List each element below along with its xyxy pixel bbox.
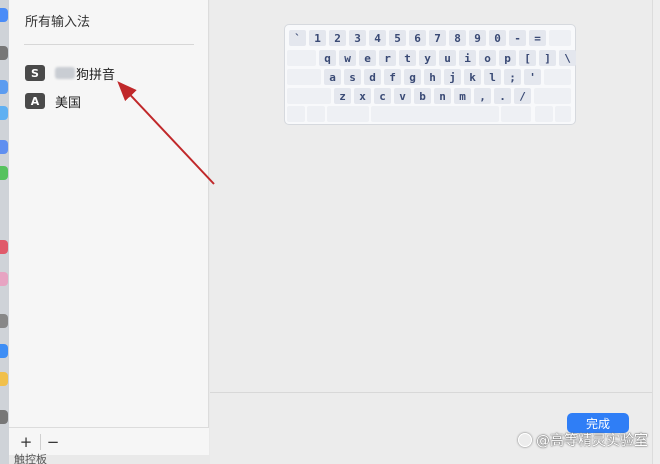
sidebar-divider bbox=[24, 44, 194, 45]
keyboard-key: 8 bbox=[449, 30, 466, 46]
keyboard-key: = bbox=[529, 30, 546, 46]
keyboard-blank-key bbox=[501, 106, 531, 122]
keyboard-key: ; bbox=[504, 69, 521, 85]
background-label: 触控板 bbox=[14, 453, 47, 464]
abc-icon: A bbox=[25, 93, 45, 109]
keyboard-key: b bbox=[414, 88, 431, 104]
keyboard-key: - bbox=[509, 30, 526, 46]
keyboard-key: n bbox=[434, 88, 451, 104]
dock-strip bbox=[0, 0, 9, 464]
input-method-label: 美国 bbox=[55, 95, 82, 111]
watermark: @高等精灵实验室 bbox=[518, 430, 648, 450]
keyboard-blank-key bbox=[287, 106, 305, 122]
keyboard-key: , bbox=[474, 88, 491, 104]
keyboard-key: j bbox=[444, 69, 461, 85]
keyboard-key: 4 bbox=[369, 30, 386, 46]
keyboard-key: g bbox=[404, 69, 421, 85]
keyboard-key: ` bbox=[289, 30, 306, 46]
keyboard-key: p bbox=[499, 50, 516, 66]
keyboard-key: q bbox=[319, 50, 336, 66]
keyboard-key: 5 bbox=[389, 30, 406, 46]
keyboard-key: \ bbox=[559, 50, 576, 66]
keyboard-preview: ` 1 2 3 4 5 6 7 8 9 0- = q w e r t y u i o p[] \ a s d f g h j k l; ' z x c… bbox=[284, 24, 576, 125]
keyboard-blank-key bbox=[534, 88, 571, 104]
preview-pane: ` 1 2 3 4 5 6 7 8 9 0- = q w e r t y u i o p[] \ a s d f g h j k l; ' z x c… bbox=[210, 0, 652, 392]
keyboard-blank-key bbox=[544, 69, 571, 85]
keyboard-blank-key bbox=[371, 106, 499, 122]
sogou-icon: S bbox=[25, 65, 45, 81]
keyboard-key: ] bbox=[539, 50, 556, 66]
sidebar-title: 所有输入法 bbox=[25, 15, 91, 30]
window-right-edge bbox=[652, 0, 660, 464]
keyboard-key: 1 bbox=[309, 30, 326, 46]
watermark-text: @高等精灵实验室 bbox=[536, 433, 648, 449]
keyboard-key: i bbox=[459, 50, 476, 66]
input-method-us[interactable]: A 美国 bbox=[25, 92, 82, 111]
keyboard-key: x bbox=[354, 88, 371, 104]
toolbar-divider bbox=[40, 434, 41, 450]
add-button[interactable]: + bbox=[15, 432, 37, 452]
sheet-footer: 完成 bbox=[210, 392, 652, 464]
keyboard-key: ' bbox=[524, 69, 541, 85]
input-source-sidebar: 所有输入法 S 狗拼音 A 美国 + − bbox=[9, 0, 209, 455]
keyboard-key: v bbox=[394, 88, 411, 104]
keyboard-key: 7 bbox=[429, 30, 446, 46]
keyboard-blank-key bbox=[535, 106, 553, 122]
keyboard-key: d bbox=[364, 69, 381, 85]
input-method-sogou[interactable]: S 狗拼音 bbox=[25, 64, 116, 83]
keyboard-key: c bbox=[374, 88, 391, 104]
keyboard-key: t bbox=[399, 50, 416, 66]
keyboard-key: 0 bbox=[489, 30, 506, 46]
keyboard-blank-key bbox=[549, 30, 571, 46]
keyboard-key: 9 bbox=[469, 30, 486, 46]
keyboard-blank-key bbox=[287, 50, 316, 66]
keyboard-blank-key bbox=[287, 69, 321, 85]
keyboard-key: l bbox=[484, 69, 501, 85]
keyboard-blank-key bbox=[327, 106, 369, 122]
keyboard-key: . bbox=[494, 88, 511, 104]
watermark-icon bbox=[518, 433, 532, 447]
keyboard-key: 2 bbox=[329, 30, 346, 46]
keyboard-key: z bbox=[334, 88, 351, 104]
keyboard-blank-key bbox=[307, 106, 325, 122]
keyboard-blank-key bbox=[287, 88, 331, 104]
input-method-label: 狗拼音 bbox=[76, 67, 116, 83]
keyboard-key: k bbox=[464, 69, 481, 85]
keyboard-key: / bbox=[514, 88, 531, 104]
keyboard-key: h bbox=[424, 69, 441, 85]
blurred-text bbox=[55, 67, 75, 79]
remove-button[interactable]: − bbox=[42, 432, 64, 452]
keyboard-key: o bbox=[479, 50, 496, 66]
keyboard-key: e bbox=[359, 50, 376, 66]
keyboard-key: w bbox=[339, 50, 356, 66]
keyboard-key: a bbox=[324, 69, 341, 85]
keyboard-key: r bbox=[379, 50, 396, 66]
keyboard-key: 6 bbox=[409, 30, 426, 46]
keyboard-key: y bbox=[419, 50, 436, 66]
keyboard-key: f bbox=[384, 69, 401, 85]
keyboard-key: s bbox=[344, 69, 361, 85]
keyboard-key: u bbox=[439, 50, 456, 66]
keyboard-key: [ bbox=[519, 50, 536, 66]
keyboard-key: m bbox=[454, 88, 471, 104]
keyboard-blank-key bbox=[555, 106, 571, 122]
keyboard-key: 3 bbox=[349, 30, 366, 46]
